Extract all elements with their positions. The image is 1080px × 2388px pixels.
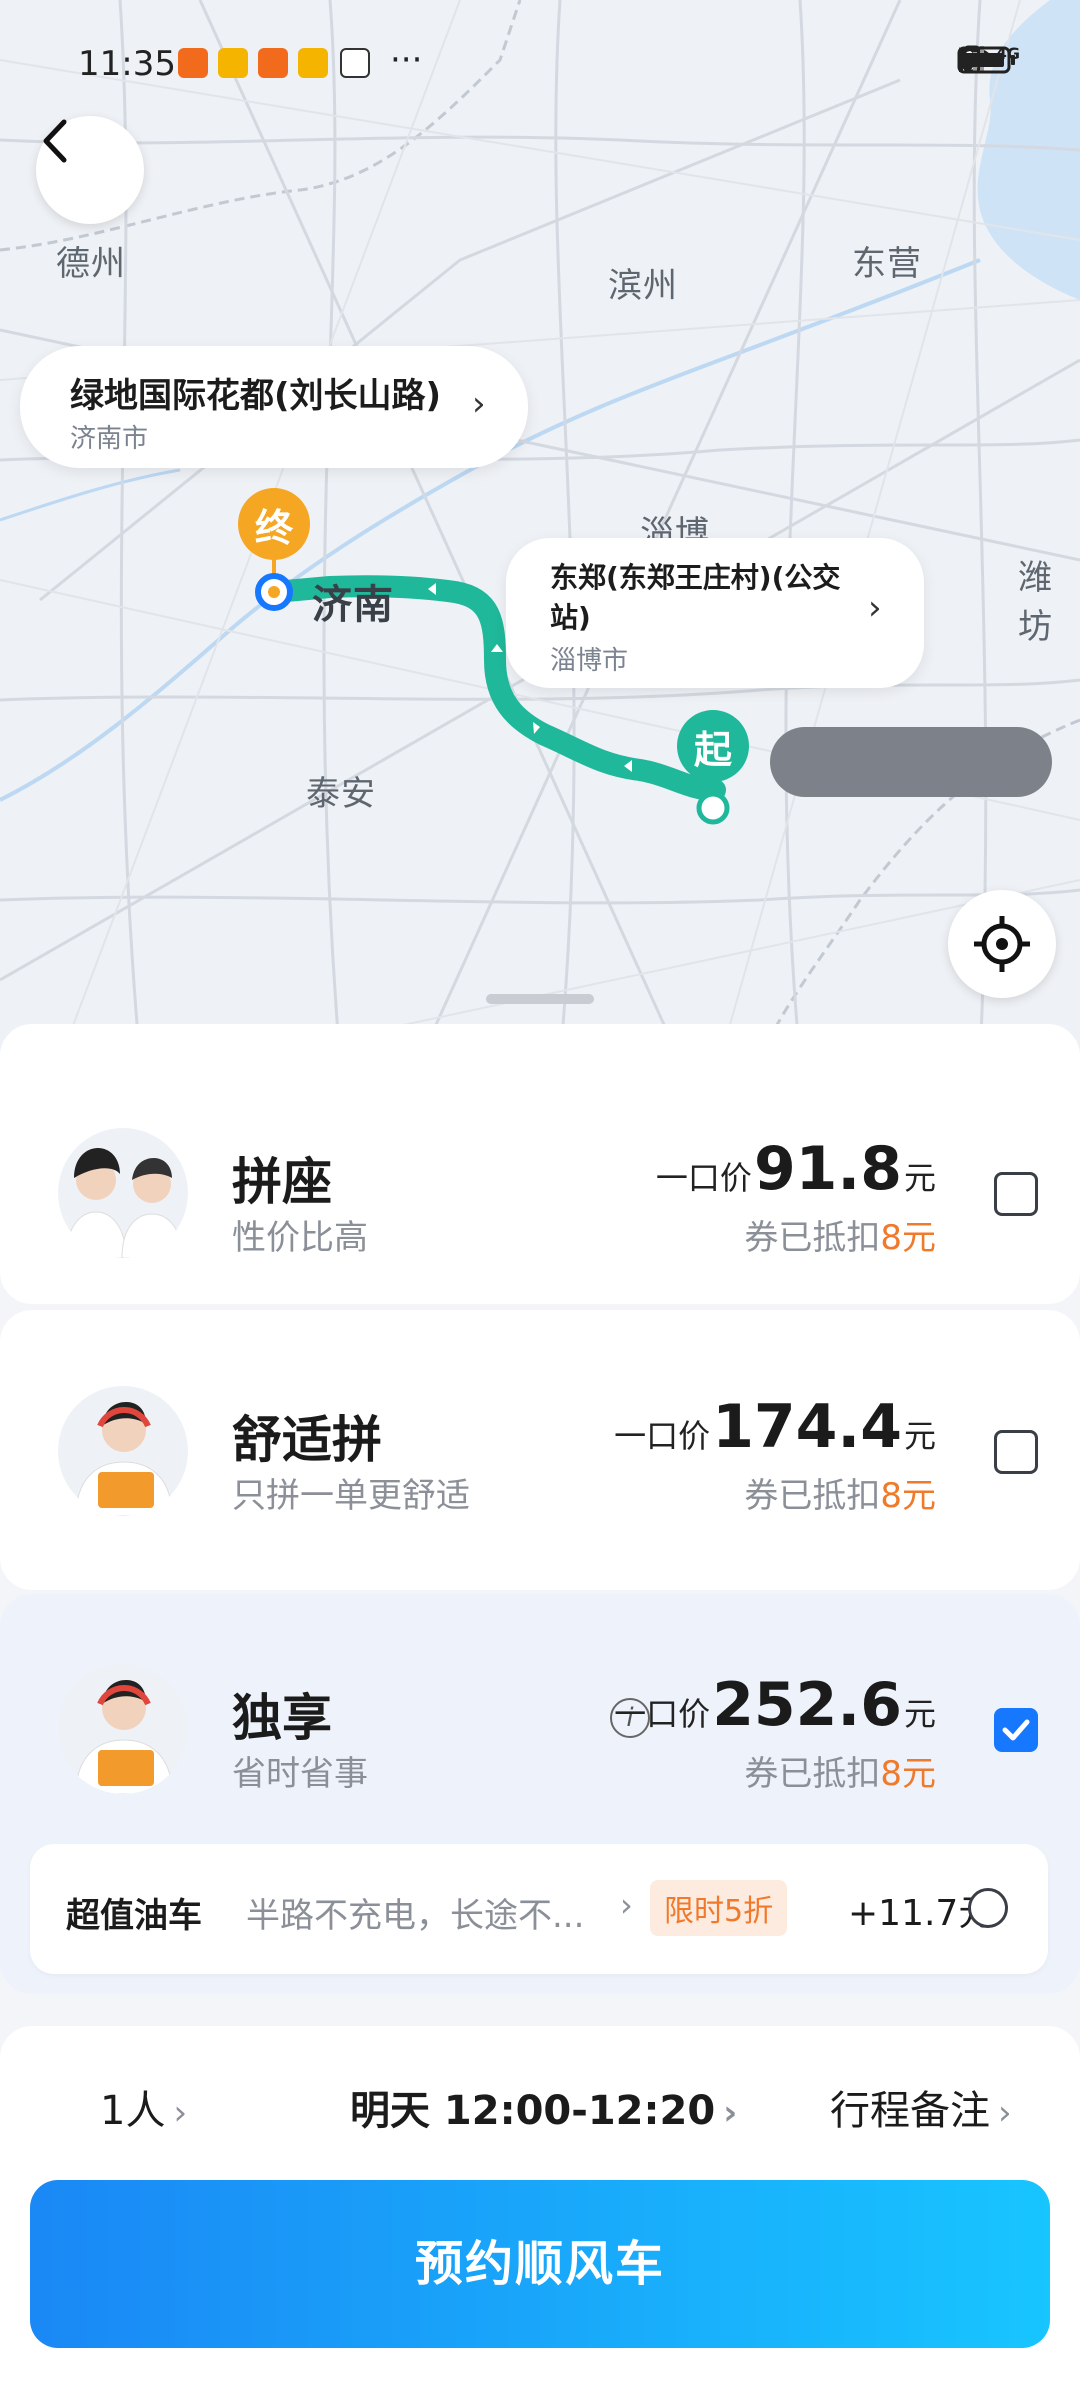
price-value: 174.4 [712, 1392, 902, 1462]
origin-title-line1: 东郑(东郑王庄村)(公交 [550, 561, 841, 594]
destination-city: 济南市 [70, 424, 149, 454]
origin-city: 淄博市 [550, 646, 629, 676]
discount-tag: 限时5折 [650, 1880, 788, 1936]
option-title: 舒适拼 [232, 1411, 382, 1469]
chevron-right-icon: › [173, 2093, 188, 2133]
option-checkbox[interactable] [994, 1172, 1038, 1216]
status-time: 11:35 [78, 44, 176, 84]
chevron-right-icon: › [620, 1886, 633, 1924]
coupon-amount: 8元 [880, 1218, 936, 1258]
price-value: 91.8 [753, 1134, 902, 1204]
coupon-note: 券已抵扣8元 [744, 1468, 936, 1517]
coupon-text: 券已抵扣 [744, 1754, 881, 1794]
option-subtitle: 性价比高 [232, 1218, 368, 1258]
option-price: 一口价 252.6 元 [614, 1670, 936, 1740]
map-view[interactable]: 德州 滨州 东营 淄博 济南 潍坊 泰安 终 起 绿地国际花都(刘长山路) 济南… [0, 0, 1080, 1060]
option-price: 一口价 91.8 元 [656, 1134, 936, 1204]
chevron-left-icon [43, 119, 67, 163]
addon-checkbox[interactable] [968, 1888, 1008, 1928]
coupon-amount: 8元 [880, 1476, 936, 1516]
option-subtitle: 省时省事 [232, 1754, 368, 1794]
coupon-text: 券已抵扣 [744, 1218, 881, 1258]
passenger-count: 1人 [100, 2088, 166, 2134]
chevron-right-icon: › [998, 2093, 1012, 2133]
taobao-icon [258, 48, 288, 78]
destination-title: 绿地国际花都(刘长山路) [70, 376, 442, 416]
comfort-carpool-avatar [58, 1386, 188, 1516]
chevron-right-icon: › [723, 2093, 738, 2133]
price-prefix: 一口价 [614, 1417, 711, 1455]
price-prefix: 一口价 [614, 1695, 711, 1733]
back-button[interactable] [36, 116, 144, 224]
taobao-icon [178, 48, 208, 78]
wechat-icon [340, 48, 370, 78]
battery-icon [957, 46, 1016, 74]
price-value: 252.6 [712, 1670, 902, 1740]
booking-bar: 1人 › 明天 12:00-12:20 › 行程备注 › 预约顺风车 [0, 2026, 1080, 2388]
price-prefix: 一口价 [655, 1159, 752, 1197]
drag-handle[interactable] [486, 994, 594, 1004]
departure-time: 明天 12:00-12:20 [350, 2088, 716, 2134]
crosshair-icon [974, 916, 1030, 972]
addon-name: 超值油车 [66, 1896, 202, 1936]
option-title: 独享 [232, 1689, 332, 1747]
ride-option-card[interactable]: 舒适拼 只拼一单更舒适 一口价 174.4 元 券已抵扣8元 [0, 1310, 1080, 1590]
price-unit: 元 [903, 1417, 936, 1455]
city-label: 德州 [56, 244, 126, 284]
coupon-text: 券已抵扣 [744, 1476, 881, 1516]
option-subtitle: 只拼一单更舒适 [232, 1476, 470, 1516]
option-title: 拼座 [232, 1153, 332, 1211]
book-ride-button[interactable]: 预约顺风车 [30, 2180, 1050, 2348]
weibo-icon [298, 48, 328, 78]
trip-notes[interactable]: 行程备注 › [830, 2078, 1012, 2136]
start-marker[interactable]: 起 [677, 710, 749, 782]
city-label: 潍坊 [1018, 558, 1053, 647]
ride-option-card[interactable]: 拼座 性价比高 一口价 91.8 元 券已抵扣8元 [0, 1024, 1080, 1304]
checkmark-icon [1002, 1719, 1030, 1741]
passenger-selector[interactable]: 1人 › [100, 2078, 187, 2136]
option-checkbox[interactable] [994, 1430, 1038, 1474]
locate-button[interactable] [948, 890, 1056, 998]
private-ride-avatar [58, 1664, 188, 1794]
blurred-label [770, 727, 1052, 797]
origin-bubble[interactable]: 东郑(东郑王庄村)(公交 站) 淄博市 › [506, 538, 924, 688]
city-label: 滨州 [608, 266, 678, 306]
price-unit: 元 [903, 1159, 936, 1197]
map-roads [0, 0, 1080, 1060]
addon-row[interactable]: 超值油车 半路不充电，长途不... › 限时5折 +11.7元 [30, 1844, 1048, 1974]
option-checkbox-checked[interactable] [994, 1708, 1038, 1752]
trip-notes-label: 行程备注 [830, 2088, 990, 2134]
city-label: 泰安 [306, 774, 376, 814]
weibo-icon [218, 48, 248, 78]
end-marker[interactable]: 终 [238, 488, 310, 560]
coupon-note: 券已抵扣8元 [744, 1746, 936, 1795]
coupon-amount: 8元 [880, 1754, 936, 1794]
city-label: 东营 [852, 244, 922, 284]
origin-title-line2: 站) [550, 601, 591, 634]
chevron-right-icon: › [472, 384, 486, 424]
addon-description: 半路不充电，长途不... [246, 1896, 585, 1936]
time-selector[interactable]: 明天 12:00-12:20 › [350, 2078, 737, 2136]
coupon-note: 券已抵扣8元 [744, 1210, 936, 1259]
status-bar: 11:35 ··· 5G 4G [78, 40, 1020, 90]
option-price: 一口价 174.4 元 [614, 1392, 936, 1462]
destination-bubble[interactable]: 绿地国际花都(刘长山路) 济南市 › [20, 346, 528, 468]
city-label: 济南 [312, 582, 394, 628]
price-unit: 元 [903, 1695, 936, 1733]
chevron-right-icon: › [868, 588, 882, 628]
carpool-avatar [58, 1128, 188, 1258]
more-notifications: ··· [390, 40, 423, 80]
